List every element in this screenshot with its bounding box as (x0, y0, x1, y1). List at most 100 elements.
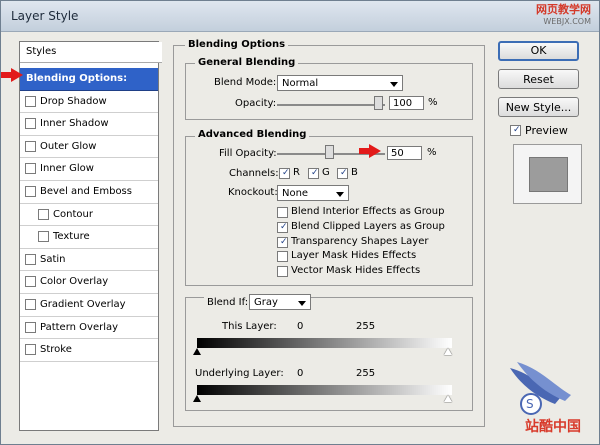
vector-mask-label: Vector Mask Hides Effects (291, 265, 421, 276)
watermark-main: 网页教学网 (536, 3, 591, 16)
style-item-pattern-overlay[interactable]: Pattern Overlay (20, 317, 158, 340)
transparency-shapes-label: Transparency Shapes Layer (291, 236, 429, 247)
check-icon: ✓ (311, 168, 319, 178)
left-red-arrow-icon (1, 68, 23, 82)
checkbox[interactable] (25, 185, 36, 197)
preview-checkbox[interactable]: ✓ (510, 125, 521, 136)
blend-if-select[interactable]: Gray (249, 294, 311, 310)
styles-list: Blending Options: Custom Drop Shadow Inn… (20, 68, 158, 362)
wing-logo-icon: S (510, 362, 571, 415)
style-item-stroke[interactable]: Stroke (20, 339, 158, 362)
style-item-label: Drop Shadow (40, 95, 107, 107)
opacity-input[interactable]: 100 (389, 96, 424, 110)
checkbox[interactable] (25, 321, 36, 333)
channel-g-label: G (322, 167, 330, 178)
preview-thumbnail (513, 144, 582, 204)
blend-mode-value: Normal (282, 78, 319, 89)
style-item-inner-glow[interactable]: Inner Glow (20, 158, 158, 181)
checkbox[interactable] (25, 95, 36, 107)
fill-opacity-slider-thumb[interactable] (325, 145, 334, 159)
blend-clipped-label: Blend Clipped Layers as Group (291, 221, 445, 232)
watermark-badge: S 站酷中国 (505, 358, 587, 436)
underlying-layer-min: 0 (297, 368, 304, 379)
layer-mask-checkbox[interactable] (277, 251, 288, 262)
preview-swatch (529, 157, 568, 192)
layer-style-window: Layer Style 网页教学网 WEBJX.COM Styles Blend… (0, 0, 600, 445)
transparency-shapes-checkbox[interactable]: ✓ (277, 237, 288, 248)
style-item-contour[interactable]: Contour (20, 204, 158, 227)
style-item-color-overlay[interactable]: Color Overlay (20, 271, 158, 294)
vector-mask-checkbox[interactable] (277, 266, 288, 277)
style-item-blending-options[interactable]: Blending Options: Custom (20, 68, 158, 105)
watermark-sub: WEBJX.COM (543, 17, 591, 26)
badge-brand: 站酷中国 (525, 419, 581, 435)
watermark: 网页教学网 WEBJX.COM (536, 4, 591, 28)
ok-button[interactable]: OK (498, 41, 579, 61)
general-blending-title: General Blending (195, 57, 299, 68)
channels-label: Channels: (229, 168, 279, 179)
this-layer-min: 0 (297, 321, 304, 332)
this-layer-label: This Layer: (222, 321, 277, 332)
checkbox[interactable] (25, 344, 36, 356)
checkbox[interactable] (25, 163, 36, 175)
this-layer-gradient (197, 338, 452, 348)
chevron-down-icon (390, 82, 398, 87)
underlying-layer-label: Underlying Layer: (195, 368, 284, 379)
checkbox[interactable] (25, 118, 36, 130)
checkbox[interactable] (25, 276, 36, 288)
style-item-label: Inner Glow (40, 163, 94, 175)
blend-interior-checkbox[interactable] (277, 207, 288, 218)
style-item-label: Color Overlay (40, 276, 109, 288)
style-item-label: Stroke (40, 344, 72, 356)
style-item-label: Gradient Overlay (40, 298, 126, 310)
blending-options-title: Blending Options (185, 39, 289, 50)
blend-mode-label: Blend Mode: (214, 77, 277, 88)
this-layer-right-handle-icon[interactable] (444, 348, 452, 355)
this-layer-left-handle-icon[interactable] (193, 348, 201, 355)
checkbox[interactable] (38, 231, 49, 243)
opacity-slider-thumb[interactable] (374, 96, 383, 110)
chevron-down-icon (336, 192, 344, 197)
preview-label: Preview (525, 124, 568, 137)
style-item-satin[interactable]: Satin (20, 249, 158, 272)
knockout-select[interactable]: None (277, 185, 349, 201)
fill-opacity-red-arrow-icon (359, 144, 381, 158)
style-item-label: Bevel and Emboss (40, 185, 132, 197)
reset-button[interactable]: Reset (498, 69, 579, 89)
channel-r-label: R (293, 167, 300, 178)
style-item-outer-glow[interactable]: Outer Glow (20, 136, 158, 159)
layer-mask-label: Layer Mask Hides Effects (291, 250, 417, 261)
this-layer-max: 255 (356, 321, 376, 332)
fill-opacity-label: Fill Opacity: (219, 148, 277, 159)
knockout-value: None (282, 188, 309, 199)
channel-g-checkbox[interactable]: ✓ (308, 168, 319, 179)
style-item-bevel-emboss[interactable]: Bevel and Emboss (20, 181, 158, 204)
style-item-drop-shadow[interactable]: Drop Shadow (20, 91, 158, 114)
style-item-texture[interactable]: Texture (20, 226, 158, 249)
style-item-inner-shadow[interactable]: Inner Shadow (20, 113, 158, 136)
checkbox[interactable] (25, 140, 36, 152)
opacity-label: Opacity: (235, 98, 277, 109)
opacity-unit: % (428, 97, 438, 108)
styles-panel: Styles Blending Options: Custom Drop Sha… (19, 41, 162, 431)
channel-r-checkbox[interactable]: ✓ (279, 168, 290, 179)
style-item-label: Satin (40, 253, 66, 265)
fill-opacity-input[interactable]: 50 (387, 146, 422, 160)
blend-if-value: Gray (254, 297, 278, 308)
checkbox[interactable] (25, 253, 36, 265)
underlying-layer-gradient (197, 385, 452, 395)
channel-b-checkbox[interactable]: ✓ (337, 168, 348, 179)
checkbox[interactable] (25, 298, 36, 310)
blend-clipped-checkbox[interactable]: ✓ (277, 222, 288, 233)
fill-opacity-unit: % (427, 147, 437, 158)
opacity-slider-track[interactable] (277, 104, 385, 106)
check-icon: ✓ (280, 237, 288, 247)
styles-header: Styles (20, 42, 162, 63)
underlying-layer-right-handle-icon[interactable] (444, 395, 452, 402)
underlying-layer-left-handle-icon[interactable] (193, 395, 201, 402)
checkbox[interactable] (38, 208, 49, 220)
blend-mode-select[interactable]: Normal (277, 75, 403, 91)
style-item-gradient-overlay[interactable]: Gradient Overlay (20, 294, 158, 317)
new-style-button[interactable]: New Style... (498, 97, 579, 117)
style-item-label: Outer Glow (40, 140, 97, 152)
